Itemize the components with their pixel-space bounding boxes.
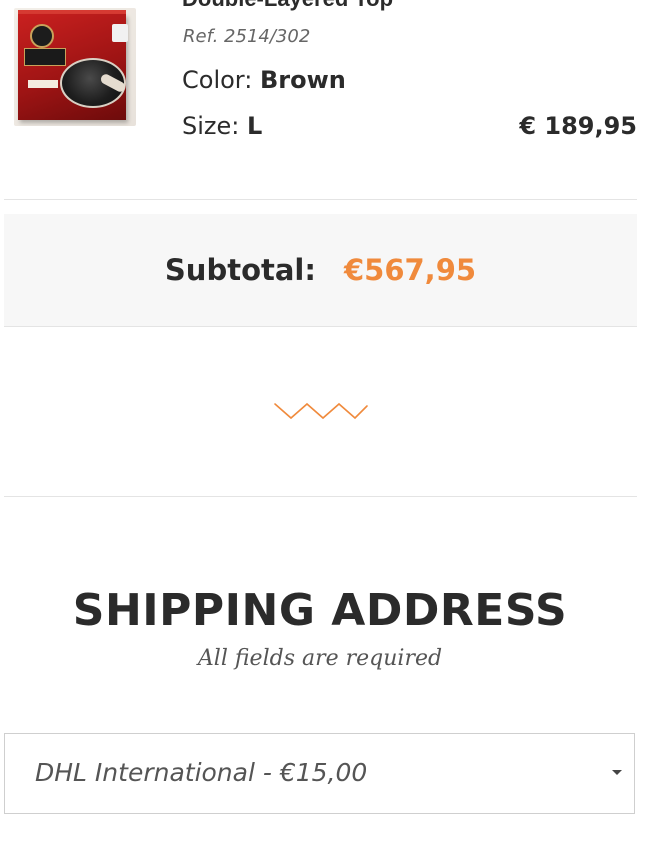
subtotal-label: Subtotal:: [164, 253, 316, 287]
box-band: [24, 48, 66, 66]
size-label: Size:: [182, 112, 240, 140]
product-price: € 189,95: [519, 112, 637, 140]
cart-item: Double-Layered Top Ref. 2514/302 Color: …: [0, 0, 637, 200]
shipping-title: SHIPPING ADDRESS: [72, 585, 568, 636]
product-ref: Ref. 2514/302: [183, 26, 311, 47]
emblem-icon: [30, 24, 54, 48]
subtotal-panel: Subtotal: €567,95: [4, 214, 637, 327]
shipping-subtitle: All fields are required: [197, 646, 443, 671]
caret-down-icon: [612, 770, 622, 775]
item-divider: [4, 199, 637, 200]
product-color: Color: Brown: [182, 66, 346, 94]
section-divider: [4, 496, 637, 497]
shipping-method-select[interactable]: DHL International - €15,00: [4, 733, 635, 814]
product-size: Size: L: [182, 112, 262, 140]
product-image[interactable]: [14, 8, 136, 126]
size-value: L: [247, 112, 263, 140]
product-title[interactable]: Double-Layered Top: [182, 0, 393, 12]
box-number: [112, 24, 128, 42]
zigzag-icon: [274, 402, 368, 420]
color-value: Brown: [259, 66, 346, 94]
shipping-method-value: DHL International - €15,00: [35, 758, 368, 787]
subtotal-value: €567,95: [343, 253, 477, 287]
color-label: Color:: [182, 66, 253, 94]
checkout-page: Double-Layered Top Ref. 2514/302 Color: …: [0, 0, 652, 845]
box-label: [28, 80, 58, 88]
